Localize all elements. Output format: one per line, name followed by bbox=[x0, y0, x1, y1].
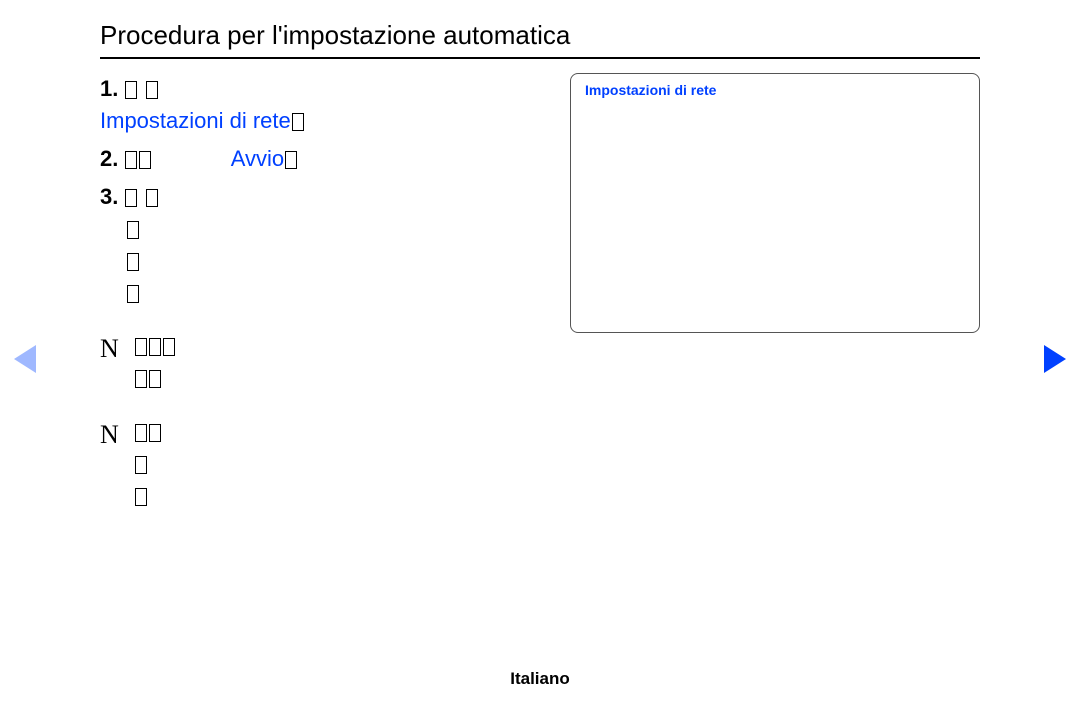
note-2-line3 bbox=[134, 480, 540, 512]
left-column: 1. Impostazioni di rete 2. Avvio 3. bbox=[100, 73, 540, 512]
step-1-glyphs bbox=[124, 73, 158, 105]
step-2-glyphs-after bbox=[284, 143, 298, 175]
step-3-line2 bbox=[100, 213, 540, 245]
step-2-glyphs-before bbox=[124, 143, 152, 175]
arrow-right-icon bbox=[1044, 345, 1066, 373]
step-3-line1 bbox=[124, 181, 158, 213]
step-1-number: 1. bbox=[100, 76, 118, 101]
note-1-line2 bbox=[134, 362, 540, 394]
note-2-mark: N bbox=[100, 416, 119, 454]
note-2: N bbox=[100, 416, 540, 512]
note-2-line1 bbox=[134, 416, 540, 448]
step-3-line4 bbox=[100, 276, 540, 308]
panel-title: Impostazioni di rete bbox=[585, 82, 965, 98]
note-1-mark: N bbox=[100, 330, 119, 368]
step-2-number: 2. bbox=[100, 146, 118, 171]
prev-page-button[interactable] bbox=[14, 345, 36, 373]
step-2: 2. Avvio bbox=[100, 143, 540, 175]
step-1-line2-glyph bbox=[291, 105, 305, 137]
arrow-left-icon bbox=[14, 345, 36, 373]
right-column: Impostazioni di rete bbox=[570, 73, 980, 512]
step-2-link: Avvio bbox=[231, 146, 284, 171]
step-1: 1. Impostazioni di rete bbox=[100, 73, 540, 137]
page-title: Procedura per l'impostazione automatica bbox=[100, 20, 980, 59]
note-1-line1 bbox=[134, 330, 540, 362]
step-1-link: Impostazioni di rete bbox=[100, 108, 291, 133]
step-3-number: 3. bbox=[100, 184, 118, 209]
step-3-line3 bbox=[100, 244, 540, 276]
settings-panel: Impostazioni di rete bbox=[570, 73, 980, 333]
next-page-button[interactable] bbox=[1044, 345, 1066, 373]
content-columns: 1. Impostazioni di rete 2. Avvio 3. bbox=[100, 73, 980, 512]
note-1: N bbox=[100, 330, 540, 394]
footer-language: Italiano bbox=[0, 669, 1080, 689]
note-2-line2 bbox=[134, 448, 540, 480]
step-3: 3. bbox=[100, 181, 540, 309]
